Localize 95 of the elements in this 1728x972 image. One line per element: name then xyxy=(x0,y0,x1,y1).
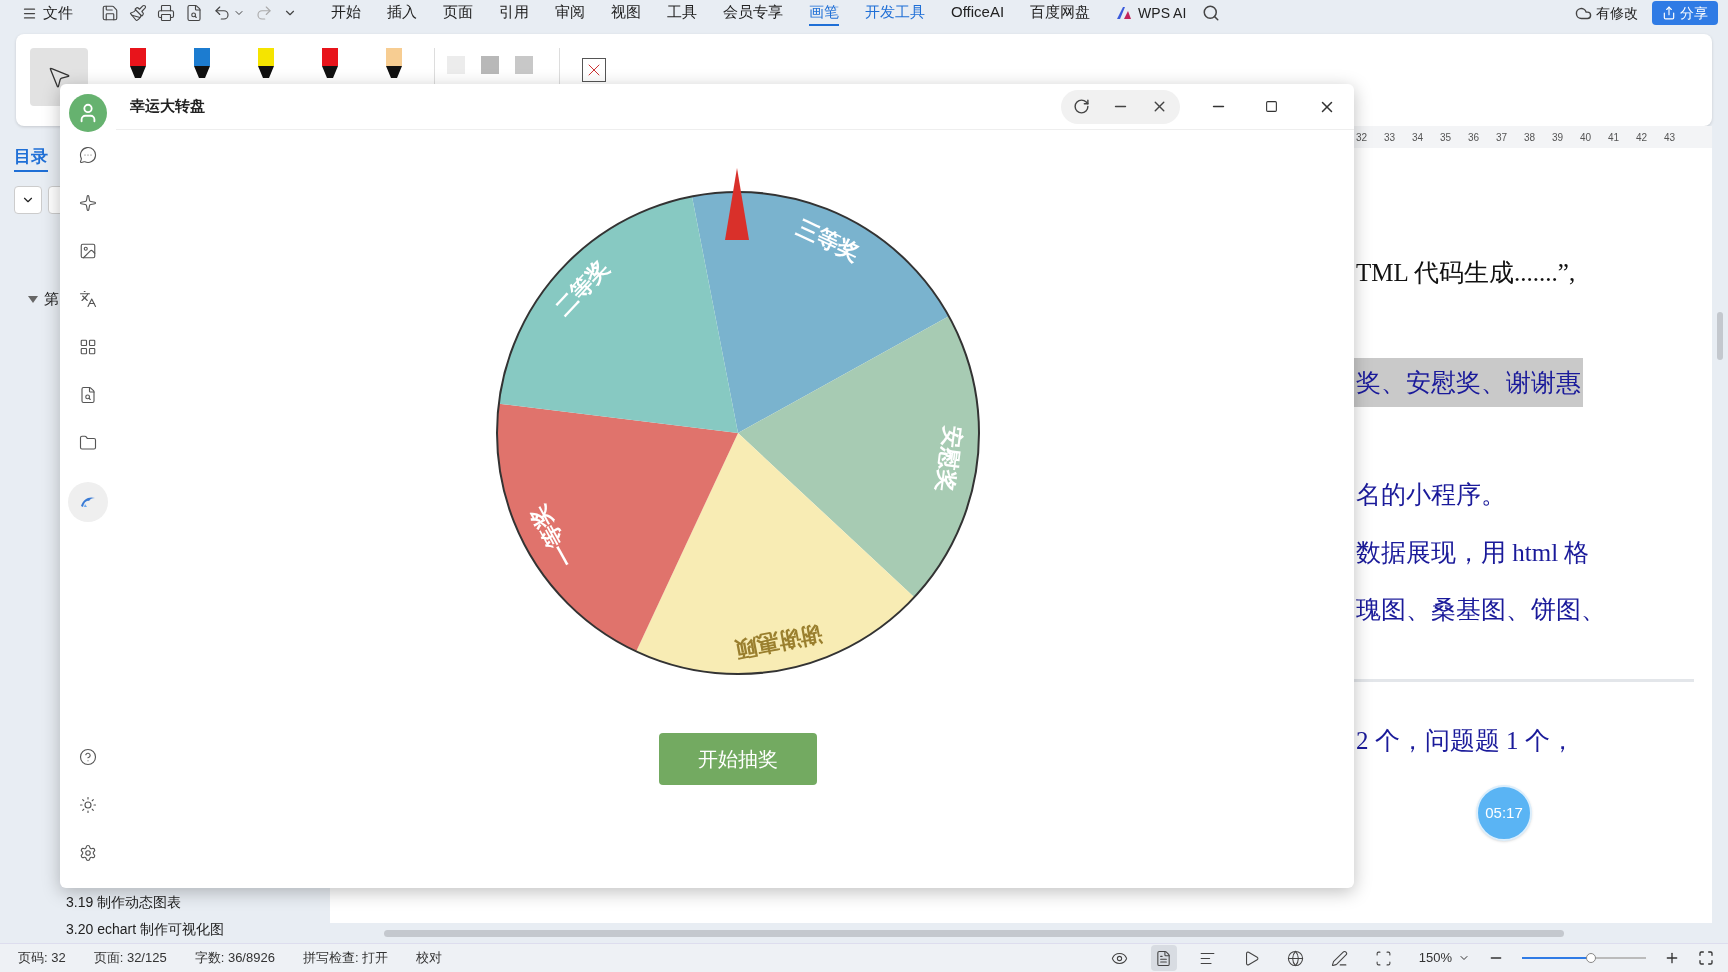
ai-logo-icon xyxy=(1116,6,1133,20)
sidebar-button[interactable] xyxy=(79,748,97,766)
outline-item[interactable]: 3.20 echart 制作可视化图 xyxy=(66,916,330,943)
share-icon xyxy=(1662,6,1676,20)
sidebar-button[interactable] xyxy=(78,434,98,452)
globe-icon xyxy=(1287,949,1305,967)
status-item[interactable]: 拼写检查: 打开 xyxy=(302,948,389,968)
zoom-in-icon[interactable] xyxy=(1664,950,1680,966)
grid-icon xyxy=(79,338,97,356)
ruler-number: 42 xyxy=(1636,130,1648,145)
prize-label: 三等奖 xyxy=(792,214,864,266)
menu-tab[interactable]: OfficeAI xyxy=(951,0,1005,26)
printer-icon[interactable] xyxy=(157,4,175,22)
sidebar-button[interactable] xyxy=(79,844,97,862)
fullscreen-icon[interactable] xyxy=(1698,950,1714,966)
prize-label: 二等奖 xyxy=(550,255,615,321)
image-icon xyxy=(79,242,97,260)
ruler-number: 37 xyxy=(1496,130,1508,145)
menu-tab[interactable]: 审阅 xyxy=(555,0,585,26)
save-status[interactable]: 有修改 xyxy=(1596,2,1638,24)
expand-triangle-icon[interactable] xyxy=(28,293,38,304)
sidebar-button[interactable] xyxy=(79,796,97,814)
document-line: 瑰图、桑基图、饼图、 xyxy=(1355,595,1607,625)
outline-item[interactable]: 3.19 制作动态图表 xyxy=(66,889,330,916)
maximize-icon[interactable] xyxy=(1265,100,1278,113)
save-icon[interactable] xyxy=(101,4,119,22)
sidebar-button[interactable] xyxy=(78,242,98,260)
document-search-icon xyxy=(79,386,97,404)
ruler-number: 38 xyxy=(1524,130,1536,145)
menu-tab[interactable]: 视图 xyxy=(611,0,641,26)
ruler-number: 32 xyxy=(1356,130,1368,145)
ruler-number: 41 xyxy=(1608,130,1620,145)
prize-label: 一等奖 xyxy=(525,501,579,572)
menu-tab[interactable]: 页面 xyxy=(443,0,473,26)
menu-tab[interactable]: 引用 xyxy=(499,0,529,26)
menu-tab[interactable]: 会员专享 xyxy=(723,0,783,26)
play-icon xyxy=(1243,949,1261,967)
status-item[interactable]: 页码: 32 xyxy=(18,948,66,968)
page-view-icon xyxy=(1155,949,1173,967)
menu-tab[interactable]: 开发工具 xyxy=(865,0,925,26)
sidebar-button[interactable] xyxy=(78,194,98,212)
ruler-number: 40 xyxy=(1580,130,1592,145)
color-swatch[interactable] xyxy=(515,56,533,74)
clear-ink-button[interactable] xyxy=(582,58,606,82)
sidebar-button[interactable] xyxy=(78,386,98,404)
status-item[interactable]: 校对 xyxy=(416,948,443,968)
pen-icon xyxy=(1331,949,1349,967)
menu-tab[interactable]: 画笔 xyxy=(809,0,839,26)
sidebar-button[interactable] xyxy=(78,290,98,308)
menu-tab[interactable]: 百度网盘 xyxy=(1030,0,1091,26)
folder-icon xyxy=(79,434,97,452)
ruler-number: 39 xyxy=(1552,130,1564,145)
zoom-value[interactable]: 150% xyxy=(1418,948,1452,968)
file-menu[interactable]: 文件 xyxy=(43,1,73,25)
ruler-number: 33 xyxy=(1384,130,1396,145)
wps-ai-menu[interactable]: WPS AI xyxy=(1138,2,1187,24)
ruler-number: 36 xyxy=(1468,130,1480,145)
refresh-icon[interactable] xyxy=(1073,98,1090,115)
ruler-number: 43 xyxy=(1664,130,1676,145)
document-line: 2 个，问题题 1 个， xyxy=(1355,725,1576,756)
chat-icon xyxy=(79,146,97,164)
status-item[interactable]: 字数: 36/8926 xyxy=(194,948,275,968)
avatar[interactable] xyxy=(69,94,107,132)
fit-icon xyxy=(1375,949,1393,967)
document-line: TML 代码生成.......”, xyxy=(1355,258,1577,288)
sparkle-icon xyxy=(79,194,97,212)
prize-label: 安慰奖 xyxy=(932,424,966,494)
zoom-slider[interactable] xyxy=(1522,951,1646,965)
document-line: 数据展现，用 html 格 xyxy=(1355,537,1591,568)
outline-tab[interactable]: 目录 xyxy=(14,144,48,172)
window-title: 幸运大转盘 xyxy=(130,96,205,117)
sun-icon xyxy=(79,796,97,814)
search-icon[interactable] xyxy=(1202,4,1221,22)
wheel-pointer xyxy=(725,168,749,240)
brush-icon[interactable] xyxy=(129,4,147,22)
ruler-number: 35 xyxy=(1440,130,1452,145)
menu-tab[interactable]: 开始 xyxy=(331,0,361,26)
undo-icon[interactable] xyxy=(213,4,231,22)
sidebar-button[interactable] xyxy=(78,146,98,164)
translate-icon xyxy=(79,290,97,308)
document-line: 名的小程序。 xyxy=(1355,480,1507,510)
menu-icon[interactable] xyxy=(22,5,37,21)
color-swatch[interactable] xyxy=(481,56,499,74)
share-button[interactable]: 分享 xyxy=(1652,1,1718,25)
outline-item[interactable]: 第 xyxy=(44,287,59,310)
ruler-number: 34 xyxy=(1412,130,1424,145)
view-button[interactable] xyxy=(1150,945,1177,971)
menu-tab[interactable]: 插入 xyxy=(387,0,417,26)
menu-tab[interactable]: 工具 xyxy=(667,0,697,26)
print-preview-icon[interactable] xyxy=(185,4,203,22)
sidebar-button[interactable] xyxy=(78,338,98,356)
prize-label: 谢谢惠顾 xyxy=(733,621,825,663)
help-icon xyxy=(79,748,97,766)
status-item[interactable]: 页面: 32/125 xyxy=(93,948,167,968)
settings-icon xyxy=(79,844,97,862)
